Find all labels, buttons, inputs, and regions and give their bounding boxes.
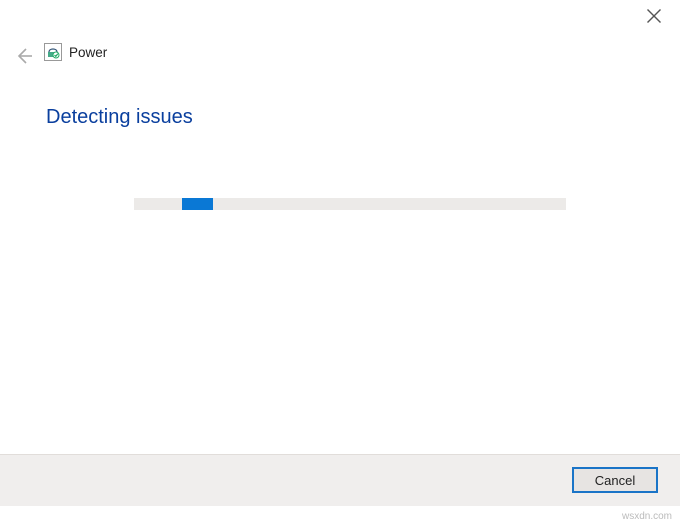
cancel-button[interactable]: Cancel: [572, 467, 658, 493]
progress-indicator: [182, 198, 213, 210]
footer-bar: Cancel: [0, 454, 680, 506]
back-arrow-icon[interactable]: [14, 46, 34, 66]
progress-bar: [134, 198, 566, 210]
close-icon[interactable]: [646, 8, 662, 24]
breadcrumb-title: Power: [69, 45, 107, 60]
page-title: Detecting issues: [46, 106, 193, 129]
main-panel: Power Detecting issues: [0, 0, 680, 454]
watermark-text: wsxdn.com: [622, 511, 672, 522]
troubleshooter-icon: [44, 43, 62, 61]
breadcrumb: Power: [44, 43, 107, 61]
